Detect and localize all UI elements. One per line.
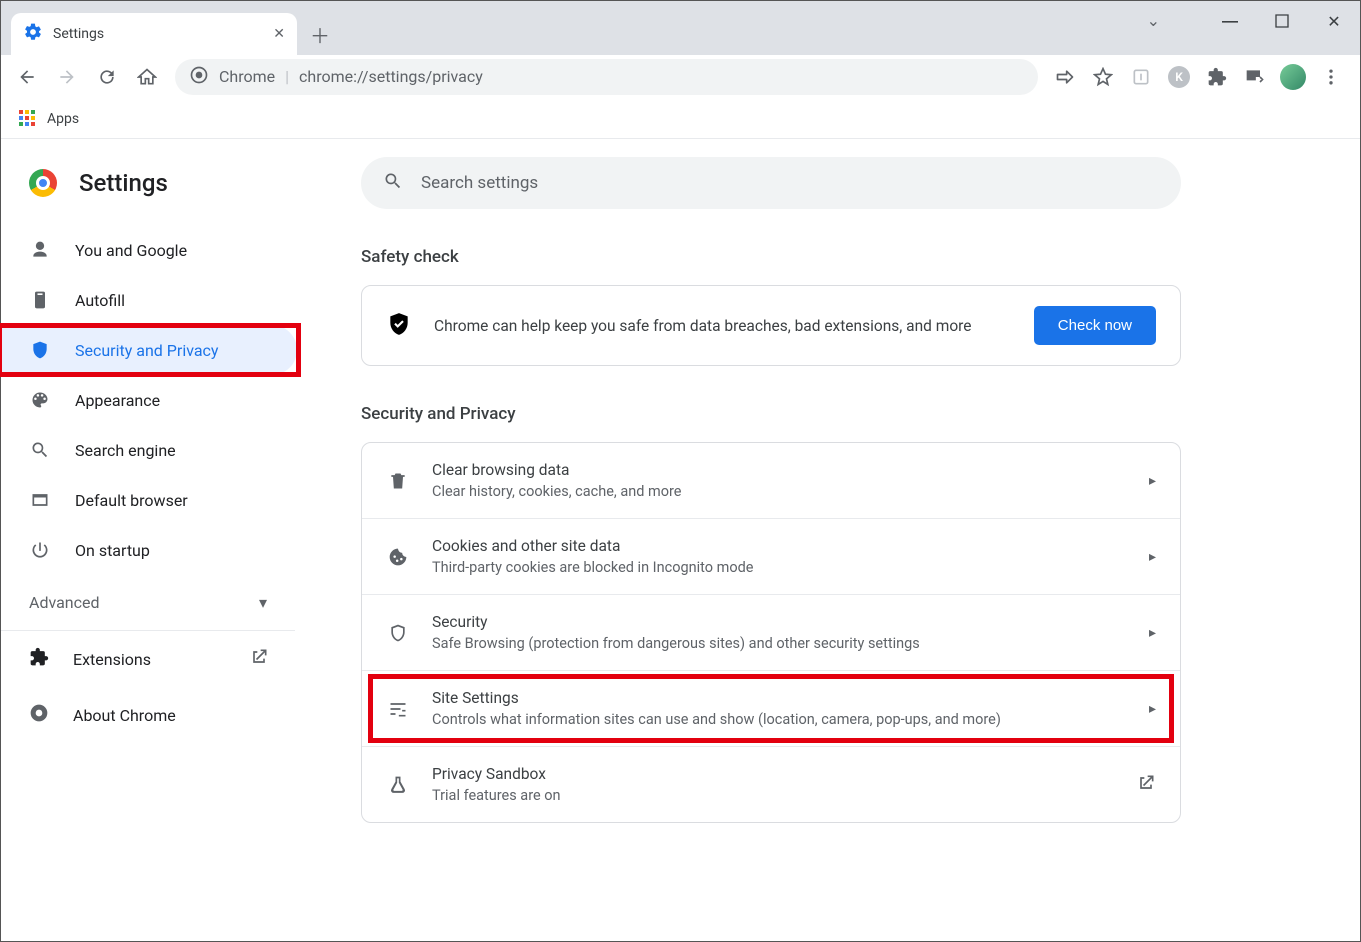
page-title: Settings <box>79 169 168 197</box>
reading-list-icon[interactable] <box>1238 60 1272 94</box>
sidebar-item-security-privacy[interactable]: Security and Privacy <box>1 325 297 375</box>
settings-brand: Settings <box>1 161 311 225</box>
profile-avatar[interactable] <box>1276 60 1310 94</box>
sidebar-item-extensions[interactable]: Extensions <box>1 631 311 687</box>
shield-check-icon <box>386 311 412 341</box>
chevron-right-icon: ▸ <box>1149 625 1156 641</box>
close-window-button[interactable]: ✕ <box>1308 1 1360 41</box>
chevron-right-icon: ▸ <box>1149 473 1156 489</box>
minimize-button[interactable] <box>1204 1 1256 41</box>
chrome-logo-icon <box>29 169 57 197</box>
chrome-icon <box>29 703 49 727</box>
search-icon <box>29 440 51 460</box>
safety-check-card: Chrome can help keep you safe from data … <box>361 285 1181 366</box>
settings-main: Search settings Safety check Chrome can … <box>311 139 1360 941</box>
extensions-puzzle-icon[interactable] <box>1200 60 1234 94</box>
flask-icon <box>386 775 410 795</box>
sidebar-item-search-engine[interactable]: Search engine <box>1 425 297 475</box>
new-tab-button[interactable]: ＋ <box>303 17 337 51</box>
shield-outline-icon <box>386 623 410 643</box>
person-icon <box>29 240 51 260</box>
check-now-button[interactable]: Check now <box>1034 306 1156 345</box>
sidebar-item-autofill[interactable]: Autofill <box>1 275 297 325</box>
puzzle-icon <box>29 647 49 671</box>
row-site-settings[interactable]: Site SettingsControls what information s… <box>362 670 1180 746</box>
titlebar: Settings ✕ ＋ ⌄ ✕ <box>1 1 1360 55</box>
bookmark-star-icon[interactable] <box>1086 60 1120 94</box>
privacy-settings-card: Clear browsing dataClear history, cookie… <box>361 442 1181 823</box>
advanced-toggle[interactable]: Advanced ▾ <box>1 575 295 631</box>
browser-tab[interactable]: Settings ✕ <box>11 13 297 55</box>
row-privacy-sandbox[interactable]: Privacy SandboxTrial features are on <box>362 746 1180 822</box>
power-icon <box>29 540 51 560</box>
sidebar-item-on-startup[interactable]: On startup <box>1 525 297 575</box>
url-scheme: Chrome <box>219 67 275 86</box>
sidebar-item-about[interactable]: About Chrome <box>1 687 311 743</box>
tab-title: Settings <box>53 26 104 42</box>
chevron-right-icon: ▸ <box>1149 549 1156 565</box>
sidebar-item-you-and-google[interactable]: You and Google <box>1 225 297 275</box>
search-placeholder: Search settings <box>421 173 538 193</box>
row-security[interactable]: SecuritySafe Browsing (protection from d… <box>362 594 1180 670</box>
chevron-down-icon: ▾ <box>259 593 267 612</box>
chevron-right-icon: ▸ <box>1149 701 1156 717</box>
sliders-icon <box>386 699 410 719</box>
address-bar[interactable]: Chrome | chrome://settings/privacy <box>175 59 1038 95</box>
sidebar-item-default-browser[interactable]: Default browser <box>1 475 297 525</box>
extension-box-icon[interactable] <box>1124 60 1158 94</box>
clipboard-icon <box>29 290 51 310</box>
cookie-icon <box>386 547 410 567</box>
browser-icon <box>29 490 51 510</box>
open-external-icon <box>1136 773 1156 797</box>
window-controls: ✕ <box>1204 1 1360 41</box>
search-icon <box>383 171 403 196</box>
close-tab-icon[interactable]: ✕ <box>273 26 285 42</box>
bookmarks-bar: Apps <box>1 99 1360 139</box>
safety-check-text: Chrome can help keep you safe from data … <box>434 317 1012 335</box>
browser-toolbar: Chrome | chrome://settings/privacy K <box>1 55 1360 99</box>
row-clear-browsing-data[interactable]: Clear browsing dataClear history, cookie… <box>362 443 1180 518</box>
share-icon[interactable] <box>1048 60 1082 94</box>
search-settings-input[interactable]: Search settings <box>361 157 1181 209</box>
maximize-button[interactable] <box>1256 1 1308 41</box>
trash-icon <box>386 471 410 491</box>
shield-icon <box>29 340 51 360</box>
tab-search-icon[interactable]: ⌄ <box>1147 11 1160 30</box>
apps-label[interactable]: Apps <box>47 111 79 127</box>
palette-icon <box>29 390 51 410</box>
back-button[interactable] <box>9 59 45 95</box>
row-cookies[interactable]: Cookies and other site dataThird-party c… <box>362 518 1180 594</box>
settings-sidebar: Settings You and Google Autofill Securit… <box>1 139 311 941</box>
sidebar-item-appearance[interactable]: Appearance <box>1 375 297 425</box>
section-privacy-title: Security and Privacy <box>361 404 1320 424</box>
apps-grid-icon[interactable] <box>19 110 37 128</box>
forward-button[interactable] <box>49 59 85 95</box>
url-text: chrome://settings/privacy <box>299 67 483 86</box>
gear-icon <box>23 22 43 46</box>
site-info-icon[interactable] <box>189 65 209 89</box>
reload-button[interactable] <box>89 59 125 95</box>
kebab-menu-icon[interactable] <box>1314 60 1348 94</box>
open-external-icon <box>249 647 269 671</box>
home-button[interactable] <box>129 59 165 95</box>
section-safety-check-title: Safety check <box>361 247 1320 267</box>
k-extension-icon[interactable]: K <box>1162 60 1196 94</box>
